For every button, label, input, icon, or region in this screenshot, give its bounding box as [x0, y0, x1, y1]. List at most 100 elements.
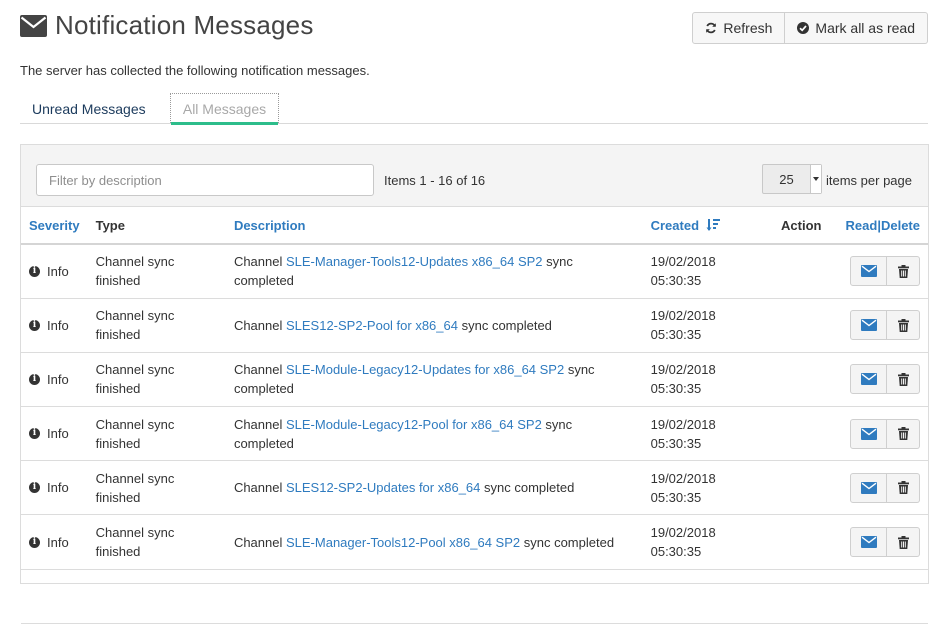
header-read[interactable]: Read: [846, 218, 878, 233]
items-per-page-select[interactable]: 25: [762, 164, 822, 194]
severity-label: Info: [47, 317, 69, 333]
tab-unread-messages[interactable]: Unread Messages: [32, 93, 146, 124]
created-time: 05:30:35: [650, 327, 702, 343]
table-row: i Info Channel sync finished Channel SLE…: [21, 298, 928, 353]
description-prefix: Channel: [233, 416, 286, 432]
severity: i Info: [29, 370, 80, 389]
cell-created: 19/02/2018 05:30:35: [642, 244, 764, 299]
table-row: i Info Channel sync finished Channel SLE…: [21, 244, 928, 299]
delete-button[interactable]: [887, 256, 920, 287]
severity-label: Info: [47, 263, 69, 279]
channel-link[interactable]: SLES12-SP2-Updates for x86_64: [286, 480, 480, 495]
cell-read-delete: [837, 244, 928, 299]
cell-type: Channel sync finished: [87, 298, 226, 353]
info-circle-icon: i: [29, 319, 40, 331]
cell-action: [763, 569, 838, 624]
description-suffix: sync completed: [480, 480, 575, 496]
sort-desc-icon: [706, 218, 720, 231]
delete-button[interactable]: [887, 472, 920, 503]
mark-read-button[interactable]: [850, 256, 887, 287]
info-circle-icon: i: [29, 482, 40, 494]
read-delete-group: [846, 364, 920, 395]
cell-action: [763, 298, 838, 353]
cell-created: 19/02/2018 05:30:35: [642, 406, 764, 462]
envelope-icon: [860, 427, 877, 440]
cell-action: [763, 406, 838, 462]
cell-created: [642, 569, 764, 624]
table-row: i Info Channel sync finished Channel SLE…: [21, 460, 928, 516]
cell-type: Channel sync finished: [87, 460, 226, 516]
cell-description: Channel SLE-Module-Legacy12-Pool for x86…: [225, 406, 643, 462]
mark-all-read-label: Mark all as read: [815, 20, 915, 36]
header-created-label: Created: [650, 217, 700, 233]
active-tab-indicator: [171, 122, 278, 125]
header-severity[interactable]: Severity: [21, 207, 88, 245]
description-prefix: Channel: [233, 362, 286, 378]
cell-type: Channel sync finished: [87, 406, 226, 462]
severity: i Info: [29, 262, 80, 281]
cell-read-delete: [837, 298, 928, 353]
description-prefix: Channel: [233, 480, 286, 496]
created-time: 05:30:35: [650, 273, 702, 289]
cell-description: Channel SLE-Manager-Tools12-Updates x86_…: [225, 244, 643, 299]
channel-link[interactable]: SLE-Manager-Tools12-Pool x86_64 SP2: [286, 535, 520, 550]
mark-read-button[interactable]: [850, 527, 887, 558]
cell-severity: i Info: [21, 298, 88, 353]
envelope-icon: [860, 536, 877, 549]
mark-read-button[interactable]: [850, 364, 887, 395]
refresh-button[interactable]: Refresh: [692, 12, 786, 44]
delete-button[interactable]: [887, 310, 920, 341]
severity-label: Info: [47, 371, 69, 387]
delete-button[interactable]: [887, 527, 920, 558]
header-action: Action: [763, 207, 838, 245]
mark-read-button[interactable]: [850, 418, 887, 449]
cell-created: 19/02/2018 05:30:35: [642, 460, 764, 516]
description-prefix: Channel: [233, 534, 286, 550]
cell-action: [763, 352, 838, 408]
header-created[interactable]: Created: [642, 207, 764, 245]
cell-severity: i Info: [21, 514, 88, 570]
created-date: 19/02/2018: [650, 362, 716, 378]
created-time: 05:30:35: [650, 435, 702, 451]
created-time: 05:30:35: [650, 381, 702, 397]
channel-link[interactable]: SLES12-SP2-Pool for x86_64: [286, 318, 458, 333]
severity: i Info: [29, 424, 80, 443]
items-per-page-value: 25: [779, 171, 794, 187]
chevron-down-icon: [810, 165, 821, 193]
header-description[interactable]: Description: [225, 207, 643, 245]
cell-created: 19/02/2018 05:30:35: [642, 352, 764, 408]
cell-description: Channel SLES12-SP2-Pool for x86_64 sync …: [225, 298, 643, 353]
read-delete-group: [846, 527, 920, 558]
delete-button[interactable]: [887, 364, 920, 395]
cell-severity: [21, 569, 88, 624]
table-row: i Info Channel sync finished Channel SLE…: [21, 514, 928, 570]
channel-link[interactable]: SLE-Module-Legacy12-Updates for x86_64 S…: [286, 362, 564, 377]
header-read-delete: Read|Delete: [837, 207, 928, 245]
filter-input[interactable]: [36, 164, 374, 196]
read-delete-group: [846, 472, 920, 503]
trash-icon: [897, 264, 909, 278]
mark-read-button[interactable]: [850, 472, 887, 503]
severity: i Info: [29, 533, 80, 552]
messages-table: Severity Type Description Created Action…: [21, 207, 928, 624]
delete-button[interactable]: [887, 418, 920, 449]
channel-link[interactable]: SLE-Module-Legacy12-Pool for x86_64 SP2: [286, 417, 542, 432]
read-delete-group: [846, 256, 920, 287]
info-circle-icon: i: [29, 428, 40, 440]
read-delete-group: [846, 310, 920, 341]
description-suffix: sync completed: [457, 317, 552, 333]
cell-read-delete: [837, 406, 928, 462]
created-date: 19/02/2018: [650, 308, 716, 324]
cell-description: [225, 569, 643, 624]
header-actions: Refresh Mark all as read: [692, 12, 928, 44]
envelope-icon: [860, 265, 877, 278]
description-suffix: sync completed: [520, 534, 615, 550]
mark-read-button[interactable]: [850, 310, 887, 341]
cell-description: Channel SLE-Module-Legacy12-Updates for …: [225, 352, 643, 408]
cell-description: Channel SLES12-SP2-Updates for x86_64 sy…: [225, 460, 643, 516]
header-delete[interactable]: Delete: [881, 218, 920, 233]
tab-all-messages[interactable]: All Messages: [170, 93, 279, 125]
channel-link[interactable]: SLE-Manager-Tools12-Updates x86_64 SP2: [286, 254, 543, 269]
mark-all-read-button[interactable]: Mark all as read: [785, 12, 928, 44]
created-date: 19/02/2018: [650, 470, 716, 486]
